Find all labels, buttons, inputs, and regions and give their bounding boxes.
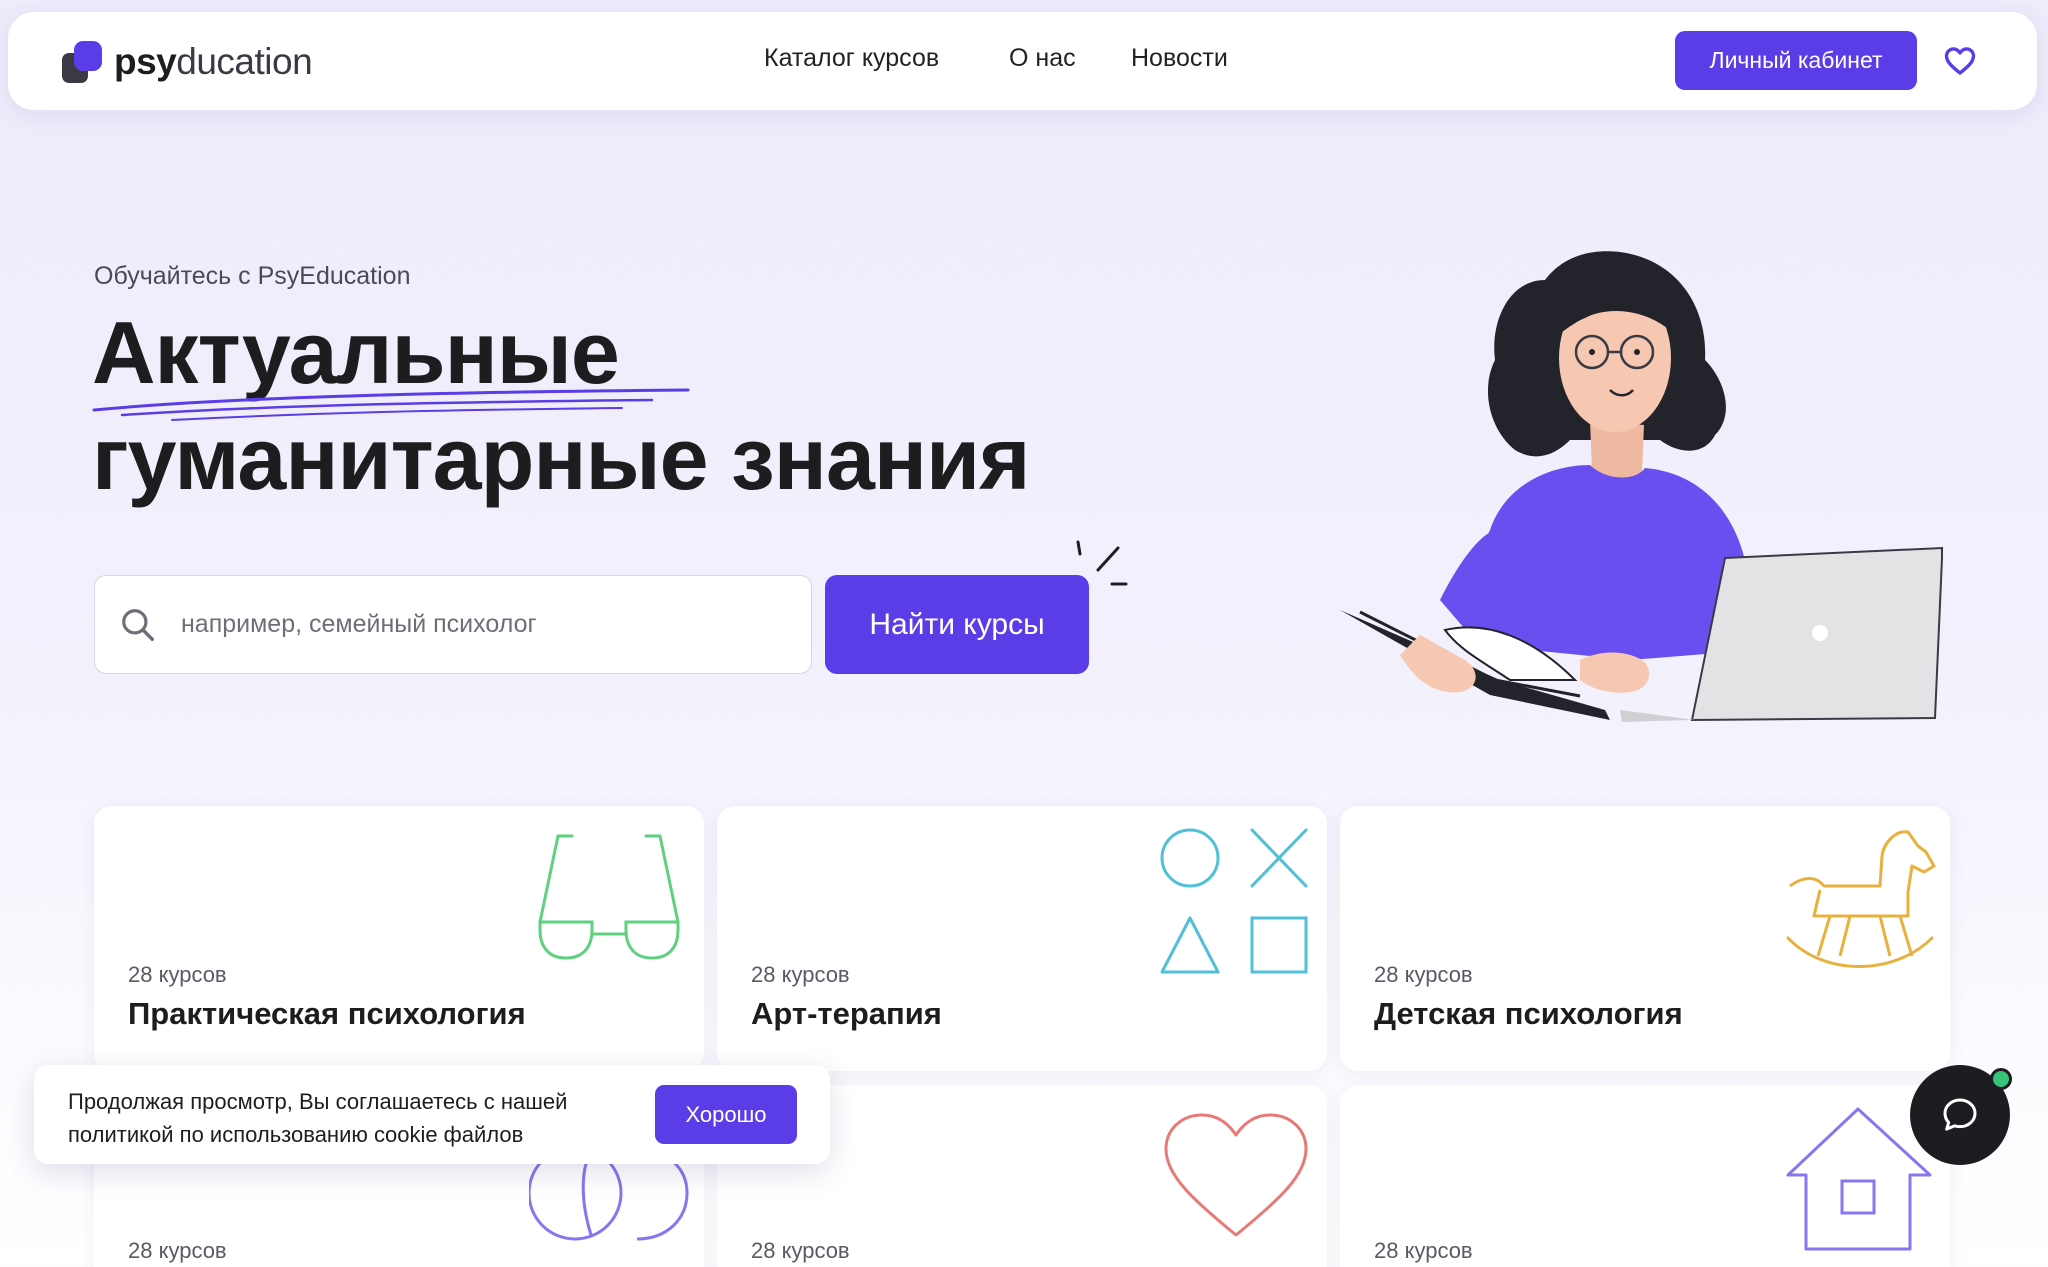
cookie-text: Продолжая просмотр, Вы соглашаетесь с на… (68, 1089, 568, 1147)
nav-catalog[interactable]: Каталог курсов (764, 44, 939, 73)
course-count: 28 курсов (128, 1238, 227, 1263)
site-header: psyducation Каталог курсов О нас Новости… (8, 12, 2037, 110)
hero-subtitle: Обучайтесь с PsyEducation (94, 262, 411, 290)
course-category-title: Практическая психология (128, 996, 526, 1031)
logo-text: psyducation (114, 41, 313, 82)
find-courses-button[interactable]: Найти курсы (825, 575, 1089, 674)
nav-about[interactable]: О нас (1009, 44, 1076, 73)
glasses-icon (538, 834, 680, 960)
online-status-indicator (1990, 1068, 2012, 1090)
logo[interactable]: psyducation (62, 40, 313, 84)
cookie-accept-button[interactable]: Хорошо (655, 1085, 797, 1144)
course-card-child-psychology[interactable]: 28 курсов Детская психология (1340, 806, 1950, 1071)
personal-account-button[interactable]: Личный кабинет (1675, 31, 1917, 90)
woman-reading-illustration (1340, 251, 1943, 722)
course-category-title: Арт-терапия (751, 996, 942, 1031)
course-card-art-therapy[interactable]: 28 курсов Арт-терапия (717, 806, 1327, 1071)
course-count: 28 курсов (1374, 1238, 1473, 1263)
course-count: 28 курсов (751, 962, 850, 987)
course-card-practical-psychology[interactable]: 28 курсов Практическая психология (94, 806, 704, 1071)
course-count: 28 курсов (1374, 962, 1473, 987)
title-underline-decoration (92, 388, 690, 421)
course-search (94, 575, 812, 674)
sparkle-decoration-icon (1076, 540, 1128, 586)
chat-bubble-icon (1943, 1098, 1977, 1131)
chat-widget-button[interactable] (1910, 1065, 2012, 1165)
search-input[interactable] (181, 576, 791, 672)
heart-outline-icon[interactable] (1943, 44, 1977, 78)
cookie-banner: Продолжая просмотр, Вы соглашаетесь с на… (34, 1065, 830, 1164)
heart-icon (1164, 1113, 1308, 1237)
course-card-6[interactable]: 28 курсов (1340, 1085, 1950, 1267)
course-count: 28 курсов (128, 962, 227, 987)
course-category-title: Детская психология (1374, 996, 1683, 1031)
search-icon (122, 609, 154, 641)
course-count: 28 курсов (751, 1238, 850, 1263)
logo-mark-icon (62, 41, 104, 83)
shapes-icon (1160, 828, 1308, 974)
nav-news[interactable]: Новости (1131, 44, 1228, 73)
rocking-horse-icon (1786, 830, 1936, 968)
